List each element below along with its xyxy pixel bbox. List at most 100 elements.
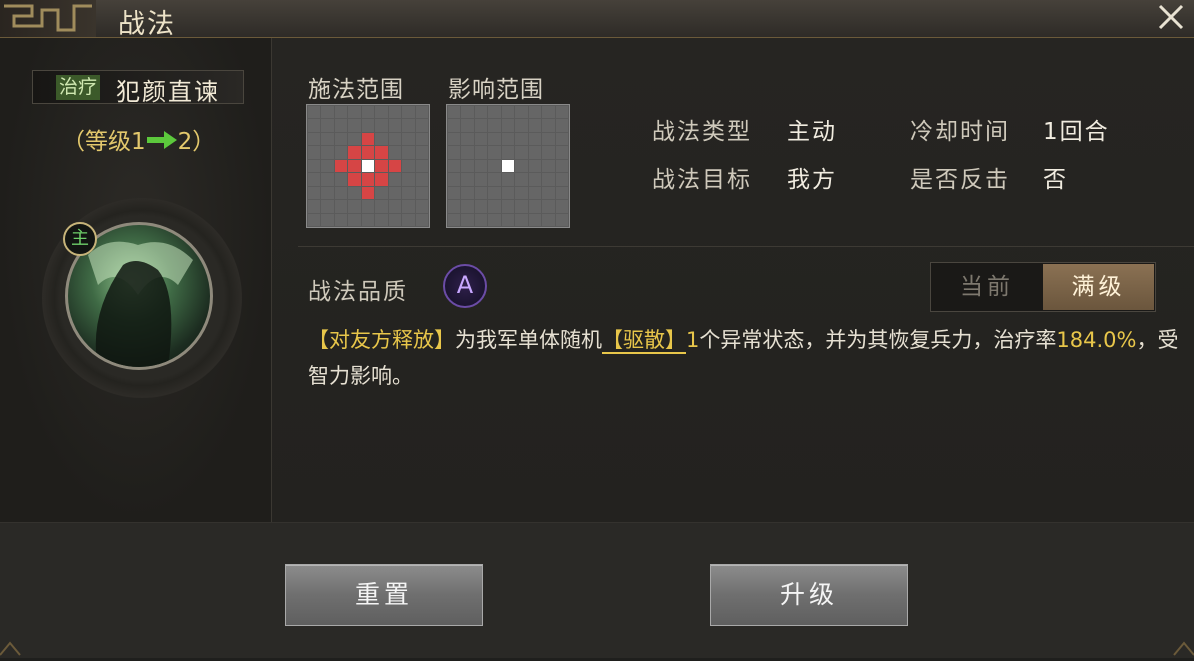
range-cell: [528, 132, 542, 146]
range-cell: [555, 186, 568, 200]
range-cell: [448, 146, 461, 159]
range-cell: [488, 132, 501, 146]
range-cell: [375, 200, 388, 213]
range-cell: [308, 119, 321, 132]
skill-type-label: 战法类型: [652, 119, 752, 145]
range-cell: [515, 119, 528, 132]
range-cell: [388, 119, 402, 132]
range-cell: [402, 173, 415, 186]
range-cell: [528, 200, 542, 213]
desc-heal-rate: 184.0%: [1056, 328, 1137, 352]
range-cell: [474, 213, 488, 226]
range-cell: [415, 173, 428, 186]
range-cell: [461, 213, 474, 226]
close-icon[interactable]: [1156, 2, 1186, 32]
range-cell: [415, 132, 428, 146]
range-cell: [555, 119, 568, 132]
desc-text-1: 为我军单体随机: [455, 328, 602, 352]
range-cell: [402, 119, 415, 132]
range-cell: [308, 200, 321, 213]
range-cell: [528, 119, 542, 132]
reset-button[interactable]: 重置: [285, 564, 483, 626]
range-cell: [542, 146, 555, 159]
range-cell: [402, 159, 415, 173]
desc-count: 1: [686, 328, 700, 352]
range-cell: [555, 132, 568, 146]
range-cell: [415, 200, 428, 213]
range-cell: [334, 200, 348, 213]
range-cell: [542, 159, 555, 173]
range-cell: [308, 173, 321, 186]
range-cell: [308, 186, 321, 200]
range-cell: [402, 146, 415, 159]
range-cell: [388, 213, 402, 226]
range-cell: [528, 213, 542, 226]
range-cell: [542, 106, 555, 119]
range-cell: [528, 186, 542, 200]
range-cell: [501, 146, 515, 159]
range-cell: [375, 146, 388, 159]
range-cell: [361, 106, 375, 119]
range-cell: [375, 106, 388, 119]
toggle-current[interactable]: 当前: [932, 264, 1042, 310]
range-cell: [448, 213, 461, 226]
range-cell: [461, 159, 474, 173]
range-cell: [308, 146, 321, 159]
range-cell: [488, 173, 501, 186]
range-cell: [448, 200, 461, 213]
range-cell: [515, 200, 528, 213]
counter-label: 是否反击: [910, 167, 1010, 193]
toggle-max[interactable]: 满级: [1043, 264, 1154, 310]
range-cell: [461, 146, 474, 159]
range-cell: [488, 159, 501, 173]
range-cell: [555, 173, 568, 186]
desc-target-tag: 【对友方释放】: [308, 328, 455, 352]
range-cell: [348, 146, 361, 159]
corner-ornament-left: [0, 635, 30, 657]
arrow-right-icon: [146, 129, 178, 157]
range-cell: [402, 200, 415, 213]
range-cell: [501, 173, 515, 186]
bottom-bar: [0, 522, 1194, 658]
desc-dispel-link[interactable]: 【驱散】: [602, 328, 686, 354]
range-cell: [448, 173, 461, 186]
quality-grade-icon: A: [443, 264, 487, 308]
range-cell: [361, 200, 375, 213]
range-cell: [375, 132, 388, 146]
range-cell: [542, 173, 555, 186]
range-cell: [542, 186, 555, 200]
range-cell: [501, 213, 515, 226]
range-cell: [415, 186, 428, 200]
range-cell: [488, 213, 501, 226]
range-cell: [515, 186, 528, 200]
range-cell: [474, 146, 488, 159]
title-ornament: [0, 0, 96, 37]
range-cell: [474, 119, 488, 132]
range-cell: [474, 186, 488, 200]
upgrade-button[interactable]: 升级: [710, 564, 908, 626]
range-cell: [555, 106, 568, 119]
range-cell: [501, 132, 515, 146]
range-cell: [474, 173, 488, 186]
range-cell: [321, 132, 334, 146]
main-role-badge: 主: [63, 222, 97, 256]
range-cell: [334, 106, 348, 119]
range-cell: [528, 173, 542, 186]
range-cell: [308, 159, 321, 173]
cooldown-value: 1回合: [1043, 119, 1110, 145]
range-cell: [501, 200, 515, 213]
range-cell: [361, 186, 375, 200]
range-cell: [474, 106, 488, 119]
range-cell: [415, 119, 428, 132]
skill-type-tag: 治疗: [56, 75, 101, 100]
range-cell: [555, 213, 568, 226]
range-cell: [388, 159, 402, 173]
range-cell: [308, 213, 321, 226]
skill-target-value: 我方: [787, 167, 837, 193]
range-cell: [501, 106, 515, 119]
range-cell: [308, 106, 321, 119]
range-cell: [348, 200, 361, 213]
range-cell: [488, 119, 501, 132]
cast-range-label: 施法范围: [308, 77, 404, 103]
range-cell: [488, 106, 501, 119]
